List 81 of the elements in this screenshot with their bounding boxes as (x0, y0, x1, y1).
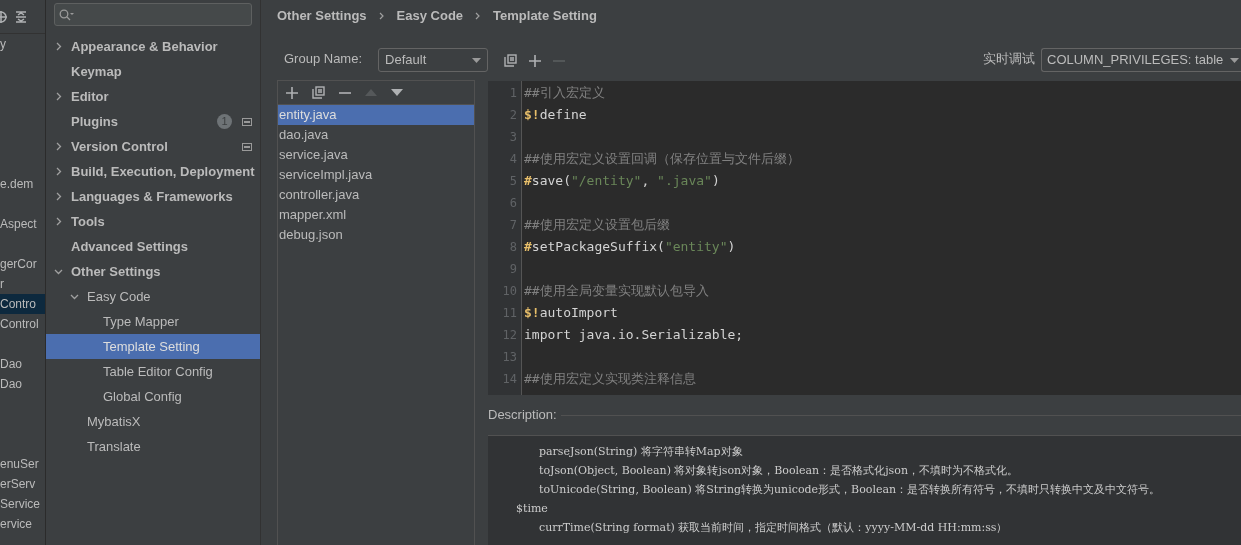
tree-item[interactable]: y (0, 34, 45, 54)
group-dropdown[interactable]: Default (378, 48, 489, 72)
tree-item[interactable]: ervice (0, 514, 45, 534)
description-line: toUnicode(String, Boolean) 将String转换为unicode形式，Boolean：是否转换所有符号，不填时只转换中文及中文符号。 (538, 482, 1162, 498)
code-line: #save("/entity", ".java") (524, 172, 721, 190)
tree-item[interactable]: Editor (46, 84, 260, 109)
tree-item[interactable]: Languages & Frameworks (46, 184, 260, 209)
code-line: ##使用宏定义设置包后缀 (524, 216, 671, 234)
tree-item[interactable]: Advanced Settings (46, 234, 260, 259)
search-field[interactable] (54, 3, 252, 26)
project-level-icon (242, 117, 252, 126)
template-item[interactable]: mapper.xml (278, 205, 474, 225)
description-line: toJson(Object, Boolean) 将对象转json对象，Boolean：是否格式化json，不填时为不格式化。 (538, 463, 1019, 479)
tree-item[interactable]: Other Settings (46, 259, 260, 284)
template-item[interactable]: dao.java (278, 125, 474, 145)
tree-item[interactable]: Control (0, 314, 45, 334)
tree-item[interactable]: Tools (46, 209, 260, 234)
tree-item[interactable]: r (0, 274, 45, 294)
template-item[interactable]: service.java (278, 145, 474, 165)
dropdown-arrow-icon (472, 57, 482, 63)
copy-icon[interactable] (504, 54, 518, 67)
tree-item[interactable]: Template Setting (46, 334, 260, 359)
tree-item[interactable]: Global Config (46, 384, 260, 409)
chevron-right-icon[interactable] (54, 92, 63, 101)
description-line: $time (516, 501, 549, 517)
tree-item[interactable]: gerCor (0, 254, 45, 274)
add-icon[interactable] (529, 54, 542, 67)
breadcrumb-item[interactable]: Other Settings (277, 6, 367, 26)
code-line: $!autoImport (524, 304, 619, 322)
tree-item[interactable]: Keymap (46, 59, 260, 84)
dropdown-arrow-icon (1230, 57, 1239, 63)
code-line: ##使用宏定义实现类注释信息 (524, 370, 697, 388)
debug-label: 实时调试 (983, 49, 1035, 68)
tree-item[interactable]: Build, Execution, Deployment (46, 159, 260, 184)
copy-icon[interactable] (312, 86, 325, 99)
move-down-icon[interactable] (391, 89, 403, 96)
tree-item[interactable]: Dao (0, 374, 45, 394)
template-item[interactable]: serviceImpl.java (278, 165, 474, 185)
chevron-right-icon[interactable] (54, 167, 63, 176)
tree-item[interactable]: Service (0, 494, 45, 514)
tree-item[interactable]: Dao (0, 354, 45, 374)
code-line: ##使用全局变量实现默认包导入 (524, 282, 710, 300)
tree-item[interactable]: Version Control (46, 134, 260, 159)
breadcrumb-item[interactable]: Easy Code (396, 6, 464, 26)
tree-item[interactable]: Appearance & Behavior (46, 34, 260, 59)
tree-item[interactable]: Translate (46, 434, 260, 459)
add-icon[interactable] (286, 86, 298, 99)
tree-item[interactable]: Table Editor Config (46, 359, 260, 384)
chevron-right-icon (475, 12, 482, 20)
table-dropdown[interactable]: COLUMN_PRIVILEGES: table (1041, 48, 1241, 72)
collapse-icon[interactable] (14, 9, 28, 24)
group-name-label: Group Name: (284, 49, 363, 68)
template-item[interactable]: debug.json (278, 225, 474, 245)
chevron-right-icon[interactable] (54, 142, 63, 151)
tree-item[interactable]: Type Mapper (46, 309, 260, 334)
chevron-right-icon[interactable] (54, 42, 63, 51)
code-line: $!define (524, 106, 588, 124)
tree-item[interactable]: e.dem (0, 174, 45, 194)
breadcrumb-item[interactable]: Template Setting (493, 6, 597, 26)
search-icon (59, 8, 75, 21)
description-line: parseJson(String) 将字符串转Map对象 (538, 444, 744, 460)
description-label: Description: (488, 406, 557, 425)
chevron-down-icon[interactable] (70, 292, 79, 301)
tree-item[interactable]: Contro (0, 294, 45, 314)
tree-item[interactable]: Aspect (0, 214, 45, 234)
code-line: ##使用宏定义设置回调（保存位置与文件后缀） (524, 150, 800, 168)
description-line: currTime(String format) 获取当前时间，指定时间格式（默认：yyyy-MM-dd HH:mm:ss） (538, 520, 1009, 536)
chevron-right-icon[interactable] (54, 217, 63, 226)
code-line: import java.io.Serializable; (524, 326, 745, 344)
tree-item[interactable]: MybatisX (46, 409, 260, 434)
code-line: #setPackageSuffix("entity") (524, 238, 737, 256)
tree-item[interactable]: Easy Code (46, 284, 260, 309)
chevron-right-icon[interactable] (54, 192, 63, 201)
project-level-icon (242, 142, 252, 151)
chevron-down-icon[interactable] (54, 267, 63, 276)
code-line: ##引入宏定义 (524, 84, 606, 102)
chevron-right-icon (378, 12, 385, 20)
tree-item[interactable]: enuSer (0, 454, 45, 474)
template-item[interactable]: entity.java (278, 105, 474, 125)
tree-item[interactable]: erServ (0, 474, 45, 494)
template-item[interactable]: controller.java (278, 185, 474, 205)
